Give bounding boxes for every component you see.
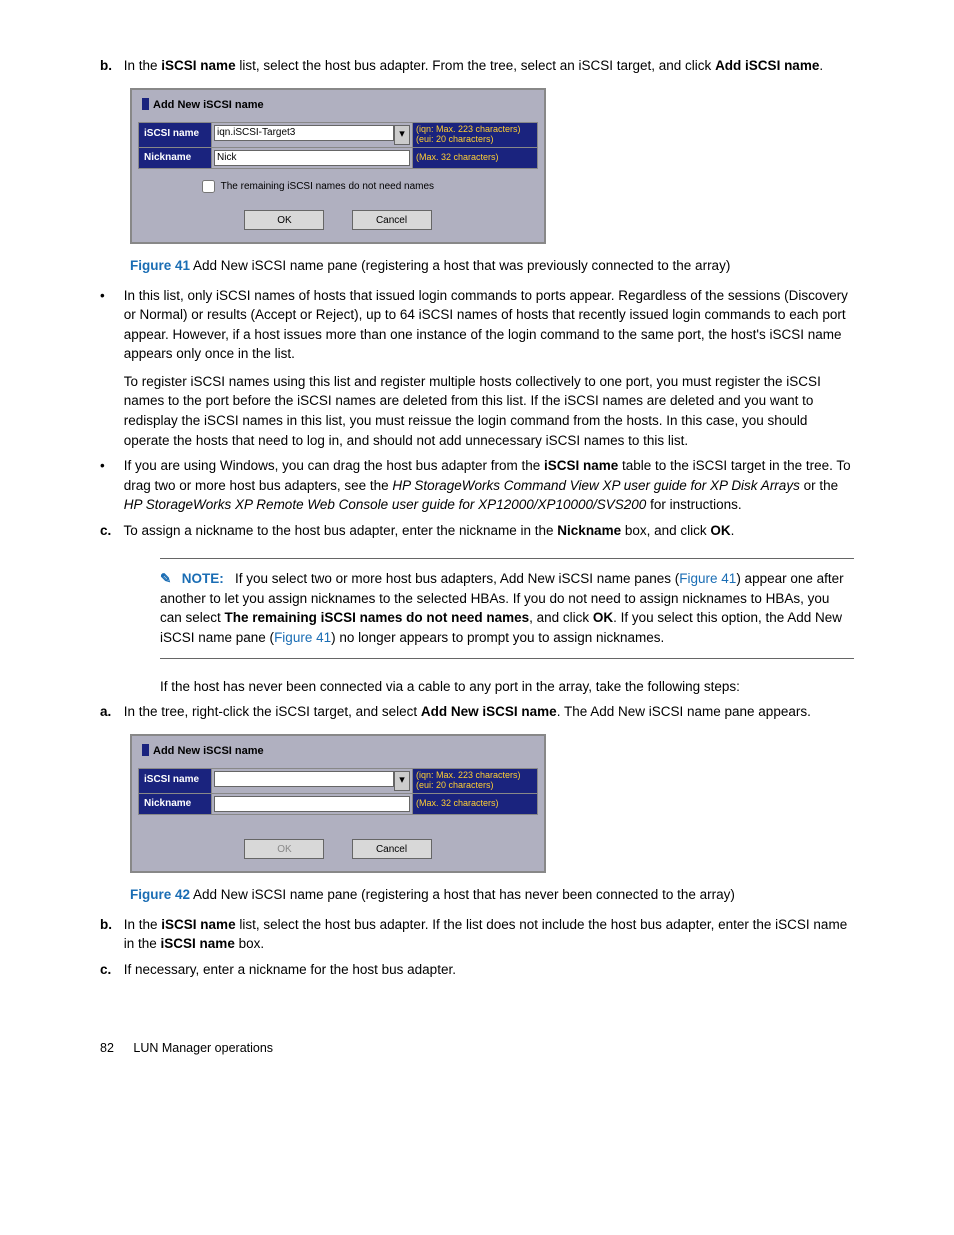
dialog2-title: Add New iSCSI name xyxy=(138,742,538,768)
dlg2-iscsi-input[interactable] xyxy=(214,771,394,787)
dlg2-iscsi-hint: (iqn: Max. 223 characters) (eui: 20 char… xyxy=(413,768,538,793)
dlg1-iscsi-input[interactable] xyxy=(214,125,394,141)
figure-42-label: Figure 42 xyxy=(130,887,190,902)
step-c2: c. If necessary, enter a nickname for th… xyxy=(100,960,854,980)
dialog1-form: iSCSI name ▾ (iqn: Max. 223 characters) … xyxy=(138,122,538,170)
dlg2-ok-button[interactable]: OK xyxy=(244,839,324,859)
page-footer: 82 LUN Manager operations xyxy=(100,1039,854,1057)
figure-42-caption: Figure 42 Add New iSCSI name pane (regis… xyxy=(130,885,854,905)
dlg1-nick-field[interactable] xyxy=(212,147,413,169)
dlg1-iscsi-label: iSCSI name xyxy=(139,122,212,147)
link-figure-41a[interactable]: Figure 41 xyxy=(679,571,736,586)
link-figure-41b[interactable]: Figure 41 xyxy=(274,630,331,645)
dlg2-nick-hint: (Max. 32 characters) xyxy=(413,793,538,815)
dlg1-nick-label: Nickname xyxy=(139,147,212,169)
dlg2-cancel-button[interactable]: Cancel xyxy=(352,839,432,859)
step-c-text: To assign a nickname to the host bus ada… xyxy=(124,523,735,538)
dialog-add-iscsi-1: Add New iSCSI name iSCSI name ▾ (iqn: Ma… xyxy=(130,88,546,244)
dlg1-iscsi-hint: (iqn: Max. 223 characters) (eui: 20 char… xyxy=(413,122,538,147)
dlg1-cancel-button[interactable]: Cancel xyxy=(352,210,432,230)
dialog-add-iscsi-2: Add New iSCSI name iSCSI name ▾ (iqn: Ma… xyxy=(130,734,546,873)
dialog1-title: Add New iSCSI name xyxy=(138,96,538,122)
step-c2-text: If necessary, enter a nickname for the h… xyxy=(124,962,456,977)
footer-section: LUN Manager operations xyxy=(133,1041,273,1055)
note-body: NOTE: If you select two or more host bus… xyxy=(160,571,844,645)
step-a2: a. In the tree, right-click the iSCSI ta… xyxy=(100,702,854,722)
dlg2-nick-field[interactable] xyxy=(212,793,413,815)
dlg2-nick-label: Nickname xyxy=(139,793,212,815)
dropdown-icon[interactable]: ▾ xyxy=(394,125,410,145)
dialog2-form: iSCSI name ▾ (iqn: Max. 223 characters) … xyxy=(138,768,538,816)
step-b-label: b. xyxy=(100,56,120,76)
step-c2-label: c. xyxy=(100,960,120,980)
dlg1-checkbox-row: The remaining iSCSI names do not need na… xyxy=(138,169,538,204)
step-c-label: c. xyxy=(100,521,120,541)
dlg1-ok-button[interactable]: OK xyxy=(244,210,324,230)
note-icon: ✎ xyxy=(160,569,178,589)
figure-41-caption: Figure 41 Add New iSCSI name pane (regis… xyxy=(130,256,854,276)
dlg2-iscsi-label: iSCSI name xyxy=(139,768,212,793)
step-b2: b. In the iSCSI name list, select the ho… xyxy=(100,915,854,954)
step-a2-label: a. xyxy=(100,702,120,722)
dlg1-nick-input[interactable] xyxy=(214,150,410,166)
dlg2-nick-input[interactable] xyxy=(214,796,410,812)
para-not-connected: If the host has never been connected via… xyxy=(160,677,854,697)
note-block: ✎ NOTE: If you select two or more host b… xyxy=(160,558,854,658)
dlg2-iscsi-field[interactable]: ▾ xyxy=(212,768,413,793)
dlg1-nick-hint: (Max. 32 characters) xyxy=(413,147,538,169)
step-b-text: In the iSCSI name list, select the host … xyxy=(124,58,823,73)
step-b2-label: b. xyxy=(100,915,120,935)
bullet-1: • In this list, only iSCSI names of host… xyxy=(100,286,854,451)
page-number: 82 xyxy=(100,1041,114,1055)
step-b: b. In the iSCSI name list, select the ho… xyxy=(100,56,854,76)
dlg1-remaining-checkbox[interactable] xyxy=(202,180,215,193)
figure-41-label: Figure 41 xyxy=(130,258,190,273)
step-c: c. To assign a nickname to the host bus … xyxy=(100,521,854,541)
bullet-2: • If you are using Windows, you can drag… xyxy=(100,456,854,515)
dlg1-iscsi-field[interactable]: ▾ xyxy=(212,122,413,147)
dlg1-checkbox-label: The remaining iSCSI names do not need na… xyxy=(221,181,434,192)
dropdown-icon[interactable]: ▾ xyxy=(394,771,410,791)
